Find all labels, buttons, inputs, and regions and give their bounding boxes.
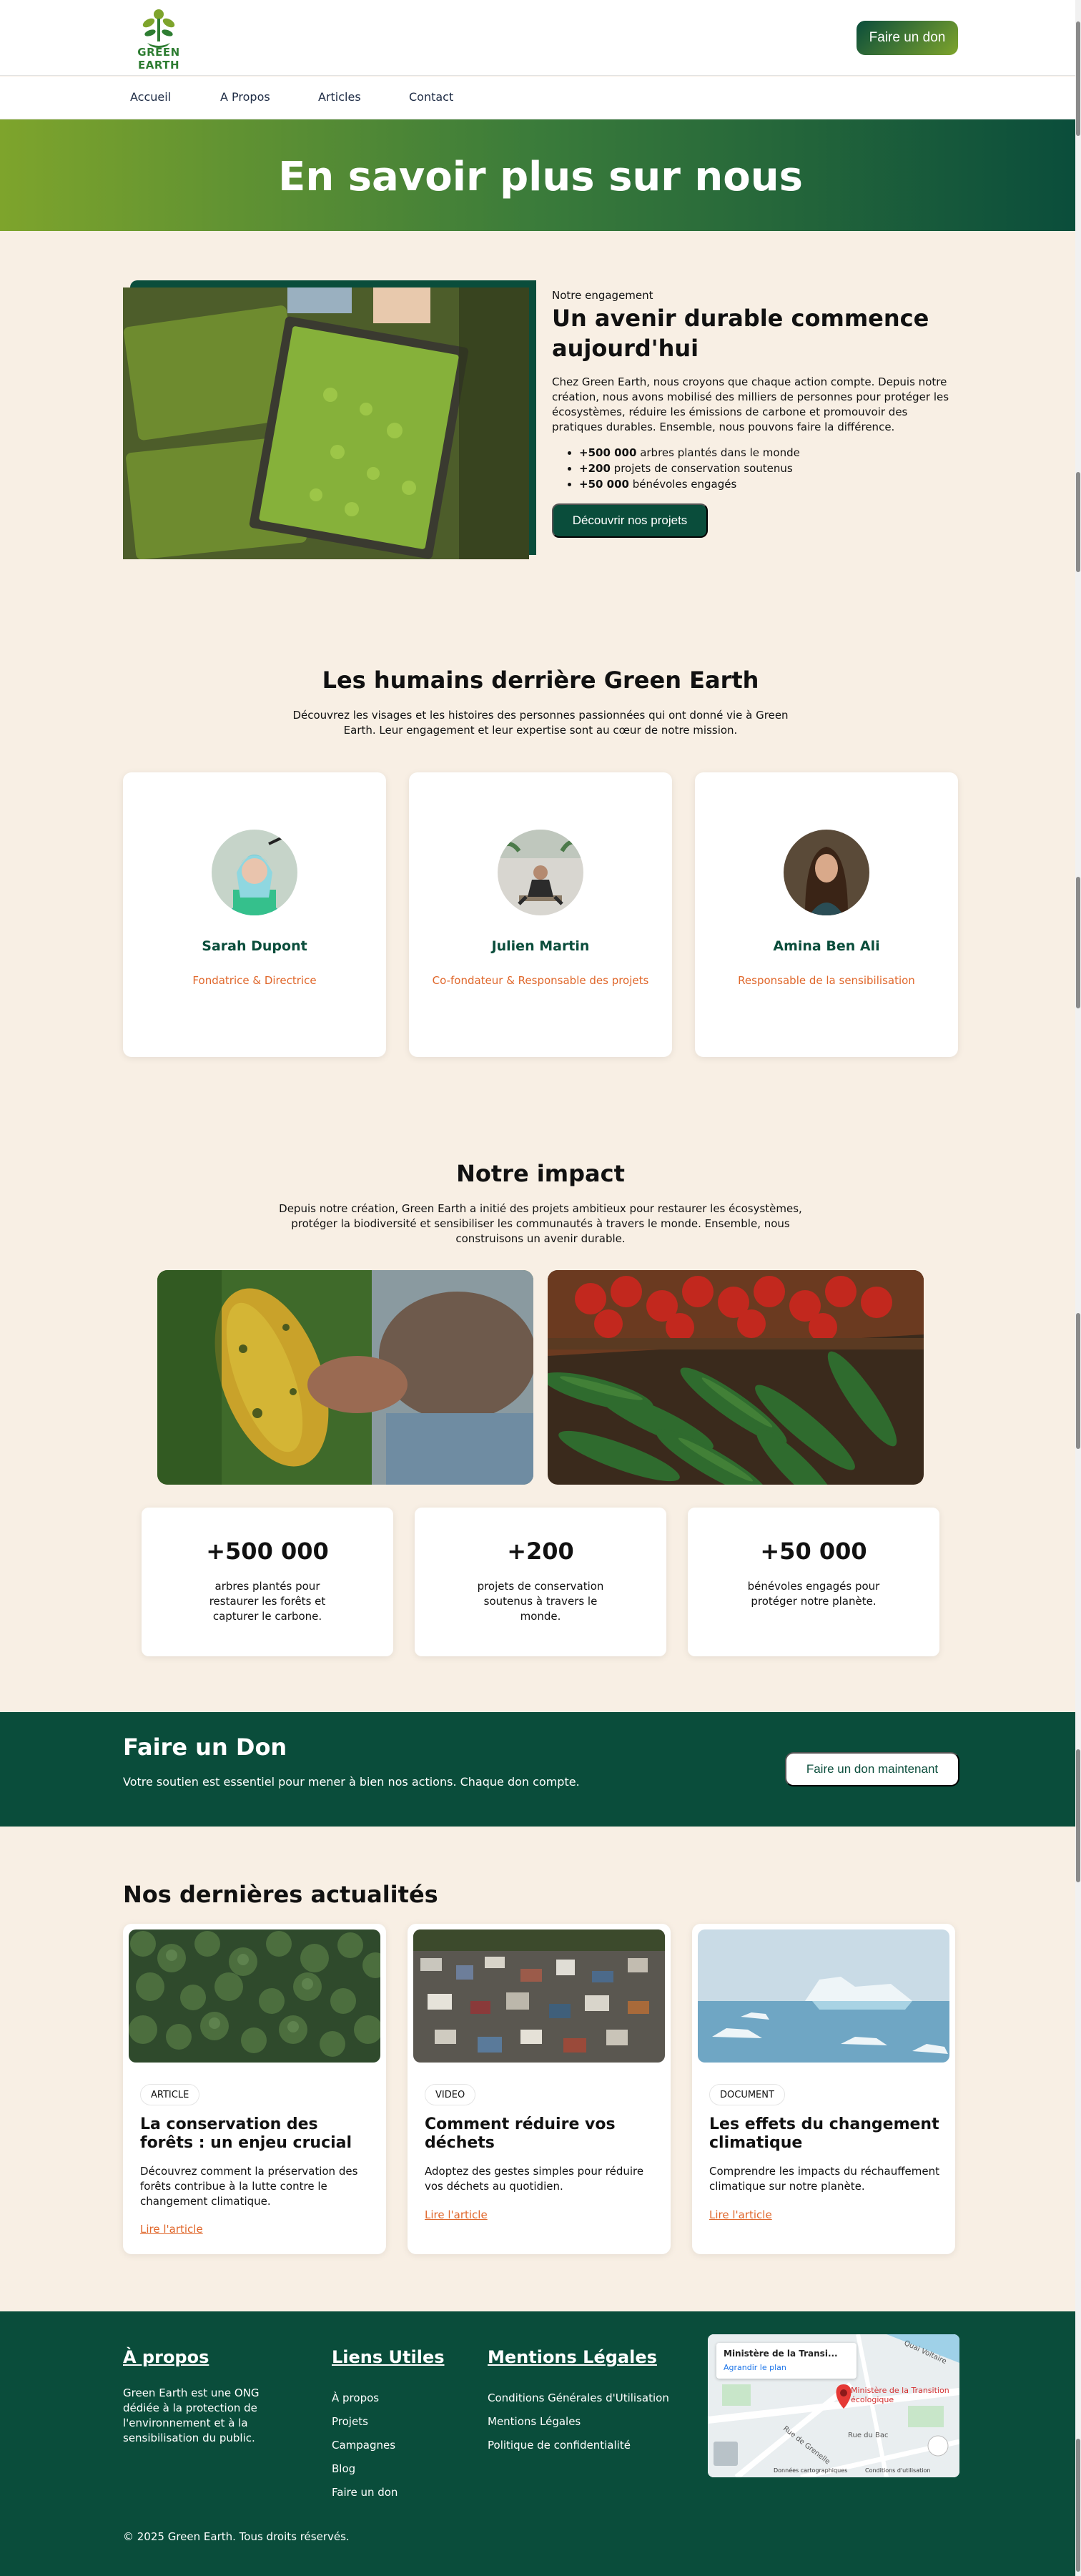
- nav-item-contact[interactable]: Contact: [409, 90, 453, 104]
- donate-title: Faire un Don: [123, 1734, 287, 1761]
- member-name: Sarah Dupont: [202, 938, 307, 954]
- news-image-waste: [413, 1929, 665, 2063]
- logo-text: GREEN EARTH: [137, 46, 180, 72]
- team-card: Sarah Dupont Fondatrice & Directrice: [123, 772, 386, 1057]
- site-footer: À propos Green Earth est une ONG dédiée …: [0, 2311, 1081, 2576]
- donate-section: Faire un Don Votre soutien est essentiel…: [0, 1712, 1081, 1827]
- footer-link-don[interactable]: Faire un don: [332, 2486, 398, 2499]
- impact-image-cocoa: [157, 1270, 533, 1485]
- scrollbar-thumb[interactable]: [1076, 1749, 1080, 1882]
- footer-legal-title: Mentions Légales: [488, 2347, 657, 2367]
- news-card-title: La conservation des forêts : un enjeu cr…: [140, 2115, 352, 2152]
- footer-about-text: Green Earth est une ONG dédiée à la prot…: [123, 2386, 260, 2444]
- site-header: GREEN EARTH Faire un don: [0, 0, 1081, 76]
- news-card: VIDEO Comment réduire vos déchets Adopte…: [408, 1924, 671, 2254]
- impact-subtitle: Depuis notre création, Green Earth a ini…: [279, 1202, 802, 1245]
- news-card-title: Les effets du changement climatique: [709, 2115, 939, 2152]
- map-place-name: Ministère de la Transi...: [724, 2349, 838, 2359]
- map-pin-label: Ministère de la Transition écologique: [851, 2386, 949, 2404]
- news-card-desc: Comprendre les impacts du réchauffement …: [709, 2165, 940, 2193]
- map-place-card: Ministère de la Transi... Agrandir le pl…: [716, 2343, 857, 2379]
- map-embed[interactable]: Ministère de la Transi... Agrandir le pl…: [708, 2334, 959, 2477]
- footer-link-privacy[interactable]: Politique de confidentialité: [488, 2439, 631, 2452]
- nav-item-articles[interactable]: Articles: [318, 90, 361, 104]
- list-item: +50 000 bénévoles engagés: [579, 476, 800, 492]
- stat-card: +500 000 arbres plantés pour restaurer l…: [142, 1508, 393, 1656]
- map-terms-link[interactable]: Conditions d'utilisation: [865, 2467, 930, 2474]
- team-title: Les humains derrière Green Earth: [322, 667, 759, 694]
- map-street-label: Rue du Bac: [848, 2432, 889, 2439]
- news-card: ARTICLE La conservation des forêts : un …: [123, 1924, 386, 2254]
- main-nav: Accueil A Propos Articles Contact: [0, 77, 1081, 119]
- news-image-forest: [129, 1929, 380, 2063]
- page-scrollbar[interactable]: [1075, 0, 1081, 2576]
- scrollbar-thumb[interactable]: [1076, 1313, 1080, 1449]
- news-image-iceberg: [698, 1929, 949, 2063]
- impact-title: Notre impact: [456, 1160, 625, 1187]
- engagement-title: Un avenir durable commence aujourd'hui: [552, 305, 929, 362]
- news-card-desc: Adoptez des gestes simples pour réduire …: [425, 2165, 644, 2193]
- nav-item-apropos[interactable]: A Propos: [220, 90, 270, 104]
- team-card: Amina Ben Ali Responsable de la sensibil…: [695, 772, 958, 1057]
- member-role: Fondatrice & Directrice: [192, 974, 317, 987]
- stat-label: arbres plantés pour restaurer les forêts…: [209, 1580, 326, 1623]
- news-card-desc: Découvrez comment la préservation des fo…: [140, 2165, 358, 2208]
- footer-links-title: Liens Utiles: [332, 2347, 445, 2367]
- member-role: Co-fondateur & Responsable des projets: [432, 974, 649, 987]
- news-card: DOCUMENT Les effets du changement climat…: [692, 1924, 955, 2254]
- stat-label: bénévoles engagés pour protéger notre pl…: [747, 1580, 880, 1608]
- nav-item-accueil[interactable]: Accueil: [130, 90, 171, 104]
- read-article-link[interactable]: Lire l'article: [709, 2208, 772, 2221]
- footer-link-projets[interactable]: Projets: [332, 2415, 368, 2428]
- footer-link-blog[interactable]: Blog: [332, 2462, 355, 2475]
- news-tag: ARTICLE: [140, 2084, 200, 2105]
- avatar: [498, 830, 583, 915]
- engagement-text: Chez Green Earth, nous croyons que chaqu…: [552, 375, 949, 433]
- list-item: +500 000 arbres plantés dans le monde: [579, 445, 800, 461]
- scrollbar-thumb[interactable]: [1076, 2439, 1080, 2572]
- news-title: Nos dernières actualités: [123, 1881, 438, 1908]
- scrollbar-thumb[interactable]: [1076, 21, 1080, 136]
- footer-link-apropos[interactable]: À propos: [332, 2391, 379, 2404]
- scrollbar-thumb[interactable]: [1076, 472, 1080, 572]
- news-tag: DOCUMENT: [709, 2084, 785, 2105]
- engagement-kicker: Notre engagement: [552, 289, 653, 302]
- map-enlarge-link[interactable]: Agrandir le plan: [724, 2363, 786, 2372]
- hero-title: En savoir plus sur nous: [278, 154, 803, 200]
- member-role: Responsable de la sensibilisation: [738, 974, 915, 987]
- news-tag: VIDEO: [425, 2084, 476, 2105]
- engagement-list: +500 000 arbres plantés dans le monde +2…: [579, 445, 800, 492]
- stat-value: +200: [507, 1538, 574, 1565]
- team-subtitle: Découvrez les visages et les histoires d…: [292, 709, 789, 737]
- footer-about-title: À propos: [123, 2347, 209, 2367]
- read-article-link[interactable]: Lire l'article: [425, 2208, 488, 2221]
- stat-label: projets de conservation soutenus à trave…: [477, 1580, 604, 1623]
- stat-value: +500 000: [206, 1538, 329, 1565]
- engagement-image: [123, 287, 529, 559]
- list-item: +200 projets de conservation soutenus: [579, 461, 800, 476]
- impact-image-vegetables: [548, 1270, 924, 1485]
- member-name: Amina Ben Ali: [773, 938, 880, 954]
- team-card: Julien Martin Co-fondateur & Responsable…: [409, 772, 672, 1057]
- avatar: [784, 830, 869, 915]
- footer-link-mentions[interactable]: Mentions Légales: [488, 2415, 581, 2428]
- stat-card: +200 projets de conservation soutenus à …: [415, 1508, 666, 1656]
- donate-button-header[interactable]: Faire un don: [857, 21, 958, 55]
- avatar: [212, 830, 297, 915]
- donate-now-button[interactable]: Faire un don maintenant: [785, 1752, 959, 1786]
- footer-link-cgu[interactable]: Conditions Générales d'Utilisation: [488, 2391, 669, 2404]
- stat-card: +50 000 bénévoles engagés pour protéger …: [688, 1508, 939, 1656]
- scrollbar-thumb[interactable]: [1076, 877, 1080, 1008]
- discover-projects-button[interactable]: Découvrir nos projets: [552, 503, 708, 538]
- donate-text: Votre soutien est essentiel pour mener à…: [123, 1775, 580, 1789]
- copyright: © 2025 Green Earth. Tous droits réservés…: [123, 2530, 350, 2543]
- map-attribution: Données cartographiques: [774, 2467, 848, 2474]
- hero-banner: En savoir plus sur nous: [0, 119, 1081, 231]
- member-name: Julien Martin: [491, 938, 590, 954]
- footer-link-campagnes[interactable]: Campagnes: [332, 2439, 395, 2452]
- read-article-link[interactable]: Lire l'article: [140, 2223, 203, 2236]
- stat-value: +50 000: [760, 1538, 867, 1565]
- news-card-title: Comment réduire vos déchets: [425, 2115, 616, 2152]
